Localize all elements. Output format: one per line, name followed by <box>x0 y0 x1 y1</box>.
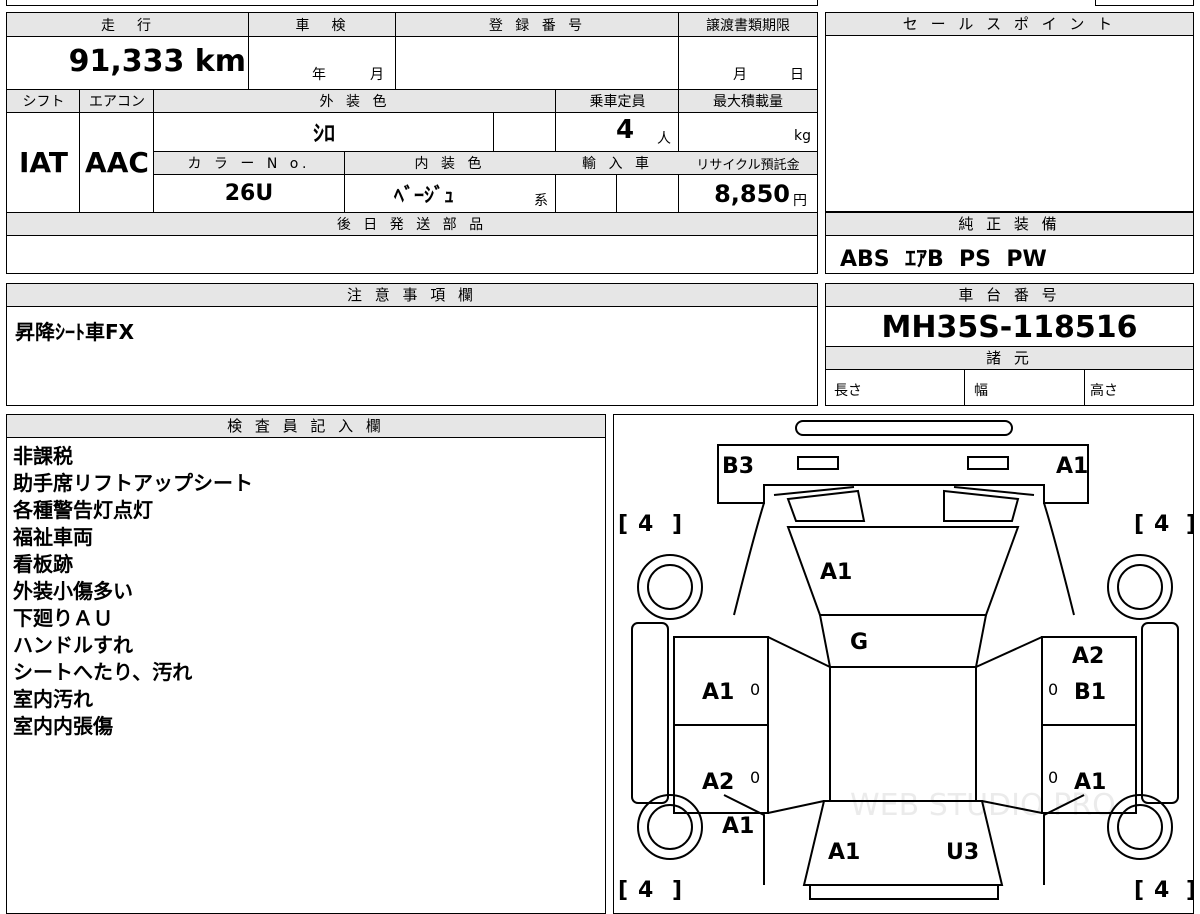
remark-item: 室内汚れ <box>13 687 93 711</box>
watermark: WEB STUDIO PRO <box>850 788 1116 823</box>
mark-rear-left: B3 <box>722 454 754 479</box>
max-load-label: 最大積載量 <box>713 94 783 110</box>
door-zero-rl: 0 <box>750 768 760 787</box>
mileage-label: 走 行 <box>101 18 155 34</box>
interior-color-label: 内 装 色 <box>414 156 486 172</box>
inspection-year: 年 <box>312 67 326 83</box>
inspection-month: 月 <box>370 67 384 83</box>
mark-front-left-door: A1 <box>702 680 734 705</box>
remark-item: 非課税 <box>13 444 73 468</box>
door-zero-rr: 0 <box>1048 768 1058 787</box>
sales-point-panel: セ ー ル ス ポ イ ン ト <box>825 12 1194 212</box>
tire-tread-bl: 4 <box>638 878 653 903</box>
height-label: 高さ <box>1090 383 1118 399</box>
genuine-equipment-value: ABS ｴｱB PS PW <box>840 247 1047 272</box>
chassis-label: 車 台 番 号 <box>826 284 1193 307</box>
exterior-color-label: 外 装 色 <box>319 94 391 110</box>
tire-tread-tr: 4 <box>1154 512 1169 537</box>
color-no-value: 26U <box>224 181 274 206</box>
notes-label: 注 意 事 項 欄 <box>7 284 817 307</box>
remark-item: 助手席リフトアップシート <box>13 471 253 495</box>
mark-front-right-door: B1 <box>1074 680 1106 705</box>
genuine-equipment-panel: 純 正 装 備 ABS ｴｱB PS PW <box>825 212 1194 274</box>
tire-br-bracket-close: ] <box>1186 878 1194 903</box>
shift-label: シフト <box>22 94 65 110</box>
length-label: 長さ <box>834 383 862 399</box>
mark-front-right: U3 <box>946 840 979 865</box>
genuine-equipment-label: 純 正 装 備 <box>826 213 1193 236</box>
tire-tl-bracket-close: ] <box>672 512 682 537</box>
width-label: 幅 <box>974 383 988 399</box>
ac-value: AAC <box>85 146 149 179</box>
tire-tread-tl: 4 <box>638 512 653 537</box>
interior-suffix: 系 <box>534 193 548 209</box>
later-parts-label: 後 日 発 送 部 品 <box>7 212 817 236</box>
transfer-deadline-label: 譲渡書類期限 <box>706 18 790 34</box>
spec-label: 諸 元 <box>826 346 1193 370</box>
recycle-unit: 円 <box>793 193 807 209</box>
remark-item: 下廻りＡＵ <box>13 606 113 630</box>
car-diagram: [ ] [ ] [ ] [ ] 4 4 4 4 B3 A1 A1 G A2 A1… <box>618 420 1194 903</box>
notes-panel: 注 意 事 項 欄 昇降ｼｰﾄ車FX <box>6 283 818 406</box>
sales-point-label: セ ー ル ス ポ イ ン ト <box>826 13 1193 36</box>
interior-color-value: ﾍﾞｰｼﾞｭ <box>394 183 454 207</box>
tire-tr-bracket-close: ] <box>1186 512 1194 537</box>
transfer-day: 日 <box>790 67 804 83</box>
top-strip-right <box>1095 0 1194 6</box>
capacity-value: 4 <box>616 115 635 145</box>
door-zero-fr: 0 <box>1048 680 1058 699</box>
shift-value: IAT <box>18 146 68 179</box>
mark-rear-right: A1 <box>1056 454 1088 479</box>
notes-value: 昇降ｼｰﾄ車FX <box>15 320 135 344</box>
door-zero-fl: 0 <box>750 680 760 699</box>
recycle-label: リサイクル預託金 <box>696 157 800 173</box>
remark-item: 福祉車両 <box>13 525 93 549</box>
mileage-value: 91,333 km <box>68 44 246 79</box>
import-label: 輸 入 車 <box>582 156 653 172</box>
mark-rear-left-door: A2 <box>702 770 734 795</box>
remark-item: 外装小傷多い <box>13 579 133 603</box>
tire-br-bracket: [ <box>1134 878 1144 903</box>
chassis-number: MH35S-118516 <box>881 309 1138 345</box>
damage-diagram-panel: [ ] [ ] [ ] [ ] 4 4 4 4 B3 A1 A1 G A2 A1… <box>613 414 1194 914</box>
chassis-panel: 車 台 番 号 MH35S-118516 諸 元 長さ 幅 高さ <box>825 283 1194 406</box>
remark-item: 室内内張傷 <box>13 714 113 738</box>
max-load-unit: kg <box>794 128 811 144</box>
recycle-value: 8,850 <box>714 180 790 208</box>
capacity-unit: 人 <box>657 131 671 147</box>
tire-tread-br: 4 <box>1154 878 1169 903</box>
registration-label: 登 録 番 号 <box>488 18 587 34</box>
inspector-panel: 検 査 員 記 入 欄 非課税 助手席リフトアップシート 各種警告灯点灯 福祉車… <box>6 414 606 914</box>
remark-item: 各種警告灯点灯 <box>13 498 153 522</box>
remark-item: シートへたり、汚れ <box>13 660 193 684</box>
top-strip <box>6 0 818 6</box>
capacity-label: 乗車定員 <box>589 94 646 110</box>
mark-left-fender: A1 <box>722 814 754 839</box>
color-no-label: カ ラ ー N o. <box>187 156 311 172</box>
remarks-list: 非課税 助手席リフトアップシート 各種警告灯点灯 福祉車両 看板跡 外装小傷多い… <box>13 443 253 740</box>
inspection-label: 車 検 <box>295 18 350 34</box>
tire-bl-bracket-close: ] <box>672 878 682 903</box>
tire-tr-bracket: [ <box>1134 512 1144 537</box>
mark-roof: A1 <box>820 560 852 585</box>
exterior-color-value: ｼﾛ <box>312 122 335 147</box>
inspector-label: 検 査 員 記 入 欄 <box>7 415 605 438</box>
ac-label: エアコン <box>89 94 145 110</box>
mark-glass: G <box>850 630 868 655</box>
transfer-month: 月 <box>733 67 747 83</box>
remark-item: ハンドルすれ <box>13 633 133 657</box>
remark-item: 看板跡 <box>13 552 73 576</box>
tire-bl-bracket: [ <box>618 878 628 903</box>
tire-tl-bracket: [ <box>618 512 628 537</box>
mark-front-right-door-top: A2 <box>1072 644 1104 669</box>
mark-hood: A1 <box>828 840 860 865</box>
